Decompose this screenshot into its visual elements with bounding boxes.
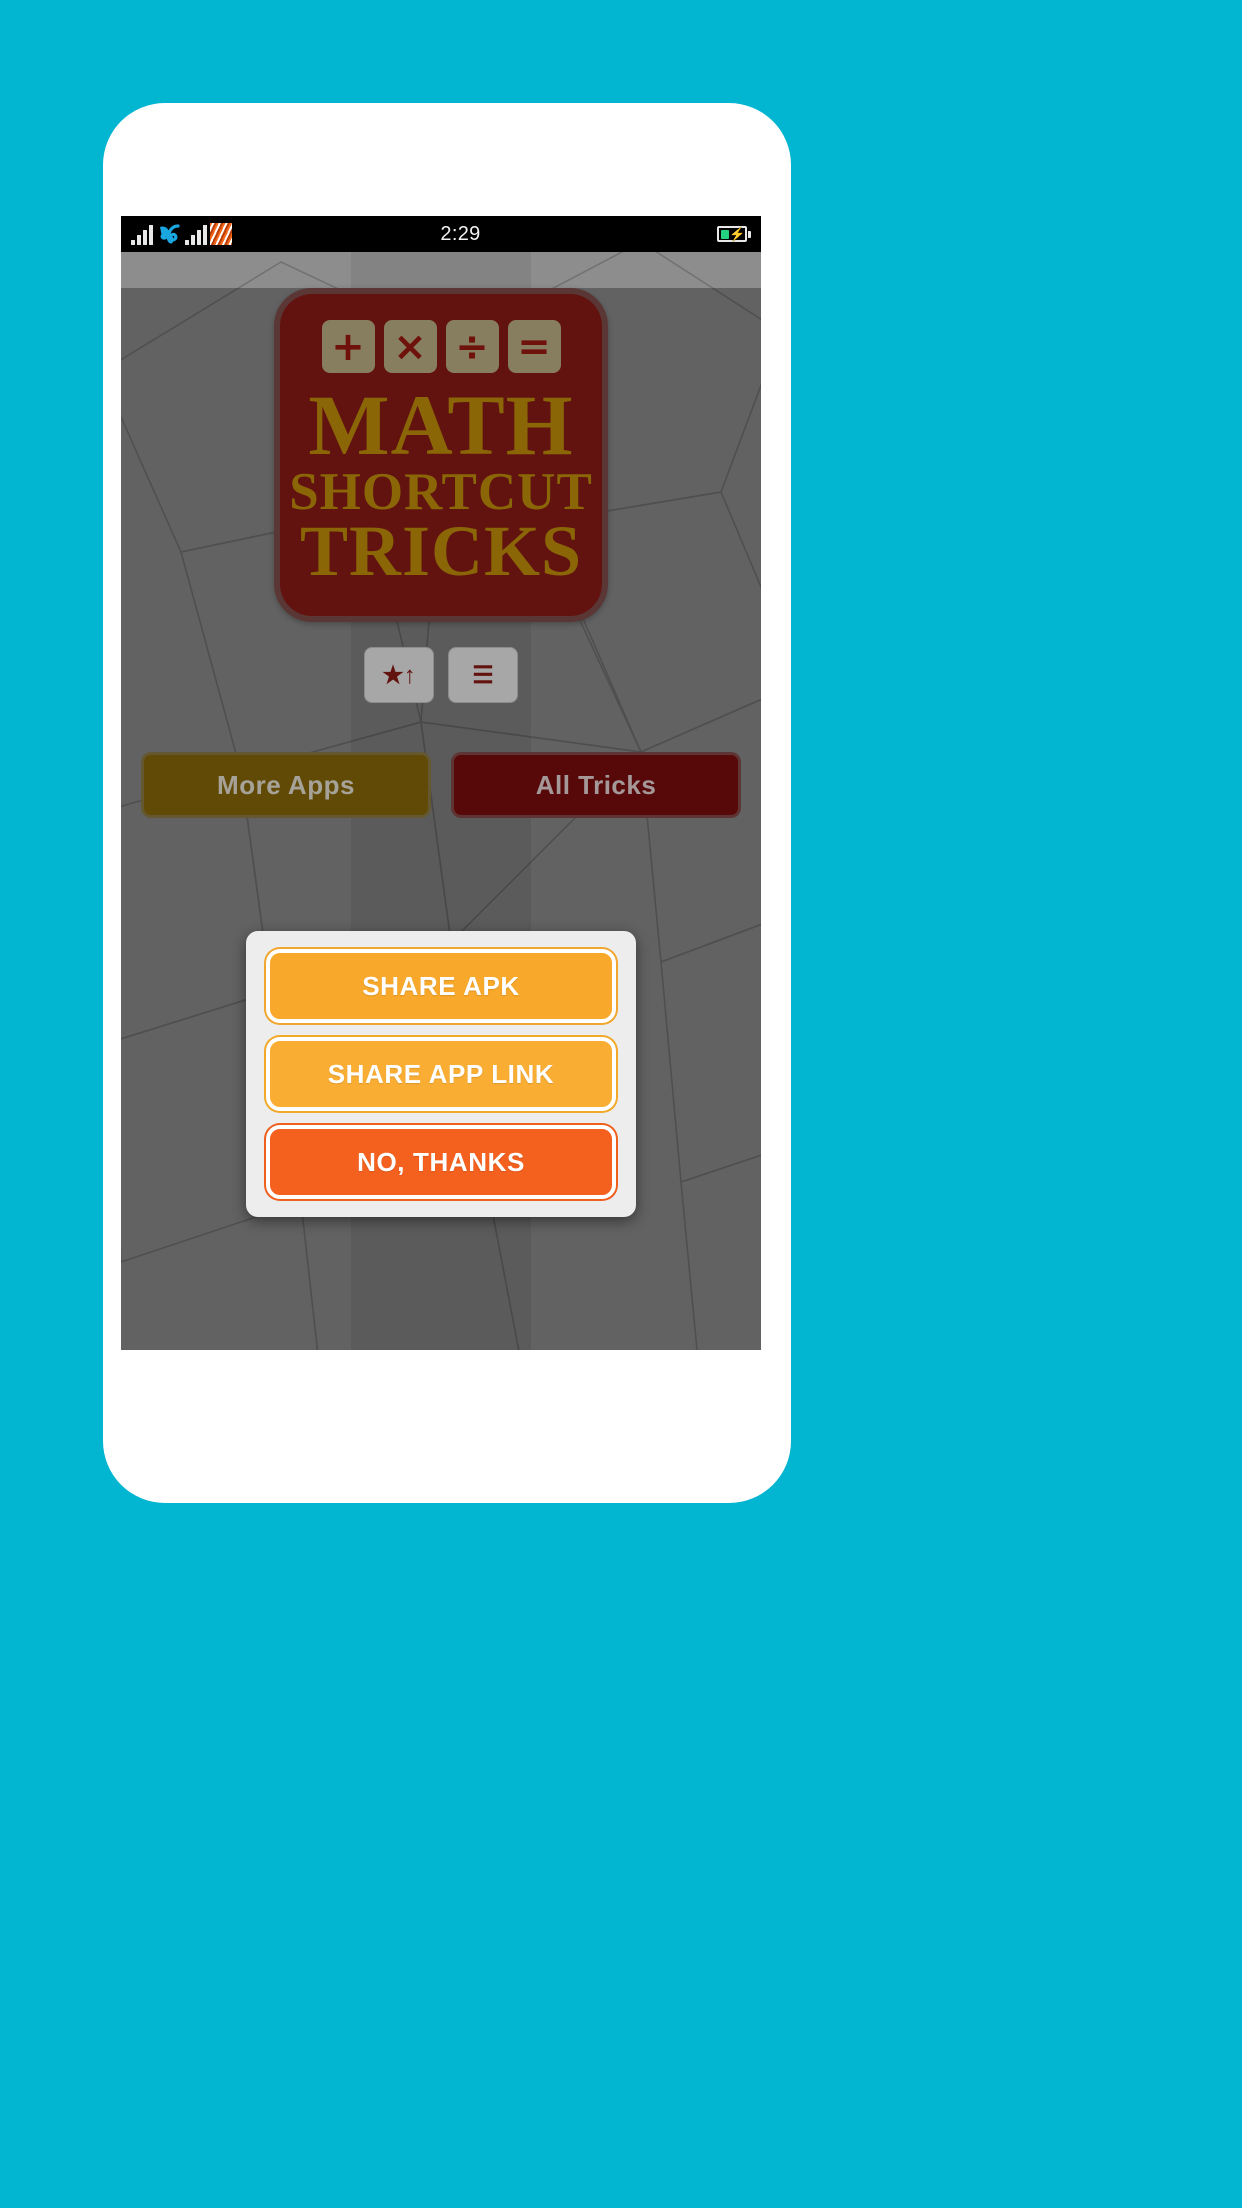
signal2-bar-2 — [191, 235, 195, 245]
battery-charging-icon: ⚡ — [717, 226, 751, 242]
telenor-propeller-icon — [156, 223, 182, 245]
share-dialog: SHARE APK SHARE APP LINK NO, THANKS — [246, 931, 636, 1217]
status-bar: 2:29 ⚡ — [121, 216, 761, 252]
signal-bar-3 — [143, 230, 147, 245]
charging-bolt-icon: ⚡ — [729, 226, 746, 242]
battery-fill — [720, 229, 730, 239]
signal-bar-2 — [137, 235, 141, 245]
signal2-bar-3 — [197, 230, 201, 245]
no-thanks-button[interactable]: NO, THANKS — [266, 1125, 616, 1199]
app-screen: 2:29 ⚡ + × ÷ = MATH SHORTCUT TRICKS ★↑ ☰… — [121, 216, 761, 1350]
share-apk-button[interactable]: SHARE APK — [266, 949, 616, 1023]
signal-bar-1 — [131, 240, 135, 245]
share-app-link-button[interactable]: SHARE APP LINK — [266, 1037, 616, 1111]
status-bar-clock: 2:29 — [440, 222, 481, 245]
battery-body: ⚡ — [717, 226, 747, 242]
battery-cap — [748, 230, 751, 238]
signal-bar-4 — [149, 225, 153, 245]
app-content: + × ÷ = MATH SHORTCUT TRICKS ★↑ ☰ More A… — [121, 252, 761, 1350]
signal2-bar-1 — [185, 240, 189, 245]
